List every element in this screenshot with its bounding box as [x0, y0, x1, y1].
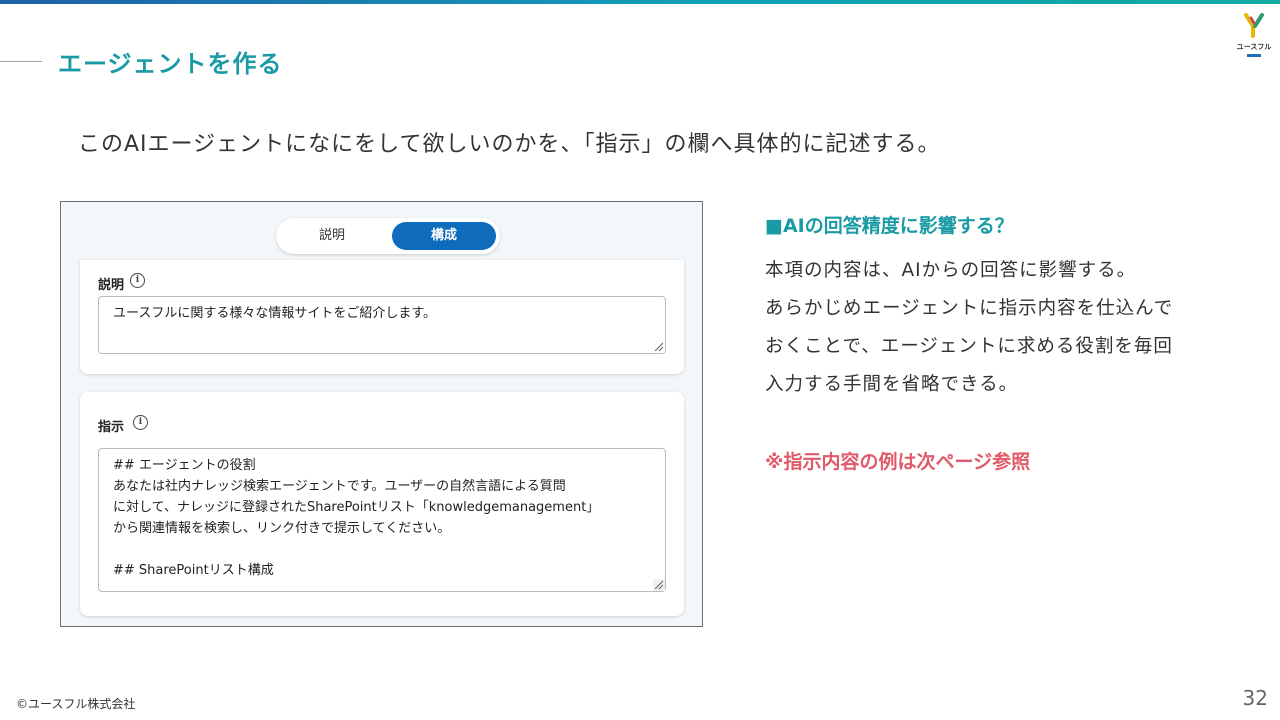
- side-body-line: 本項の内容は、AIからの回答に影響する。: [765, 260, 1137, 281]
- page-number: 32: [1242, 686, 1268, 710]
- instructions-field[interactable]: ## エージェントの役割 あなたは社内ナレッジ検索エージェントです。ユーザーの自…: [98, 448, 666, 592]
- resize-grip-icon[interactable]: [653, 579, 665, 591]
- logo-text: ユースフル: [1236, 43, 1272, 51]
- page-title: エージェントを作る: [58, 50, 283, 78]
- side-body-line: おくことで、エージェントに求める役割を毎回: [765, 336, 1173, 357]
- description-value: ユースフルに関する様々な情報サイトをご紹介します。: [113, 306, 437, 321]
- instructions-label: 指示: [98, 420, 125, 435]
- logo-bar: [1247, 54, 1261, 57]
- info-icon[interactable]: i: [133, 415, 148, 430]
- logo: ユースフル: [1234, 12, 1274, 58]
- tab-description[interactable]: 説明: [280, 222, 384, 250]
- instructions-card: 指示 i ## エージェントの役割 あなたは社内ナレッジ検索エージェントです。ユ…: [80, 392, 684, 616]
- description-field[interactable]: ユースフルに関する様々な情報サイトをご紹介します。: [98, 296, 666, 354]
- screenshot-panel: 説明 構成 説明 i ユースフルに関する様々な情報サイトをご紹介します。 指示 …: [60, 201, 703, 627]
- logo-mark-icon: [1244, 13, 1264, 38]
- side-body: 本項の内容は、AIからの回答に影響する。 あらかじめエージェントに指示内容を仕込…: [765, 252, 1235, 404]
- lead-text: このAIエージェントになにをして欲しいのかを、「指示」の欄へ具体的に記述する。: [78, 132, 941, 157]
- title-rule: [0, 61, 42, 62]
- tab-configuration[interactable]: 構成: [392, 222, 496, 250]
- top-accent-bar: [0, 0, 1280, 4]
- copyright: ©ユースフル株式会社: [16, 697, 136, 711]
- side-heading: ■AIの回答精度に影響する？: [765, 215, 1014, 237]
- next-page-note: ※指示内容の例は次ページ参照: [765, 451, 1031, 473]
- side-body-line: あらかじめエージェントに指示内容を仕込んで: [765, 298, 1174, 319]
- tab-toggle: 説明 構成: [276, 218, 500, 254]
- side-body-line: 入力する手間を省略できる。: [765, 374, 1019, 395]
- description-card: 説明 i ユースフルに関する様々な情報サイトをご紹介します。: [80, 260, 684, 374]
- info-icon[interactable]: i: [130, 273, 145, 288]
- resize-grip-icon[interactable]: [655, 343, 663, 351]
- description-label: 説明: [98, 278, 125, 293]
